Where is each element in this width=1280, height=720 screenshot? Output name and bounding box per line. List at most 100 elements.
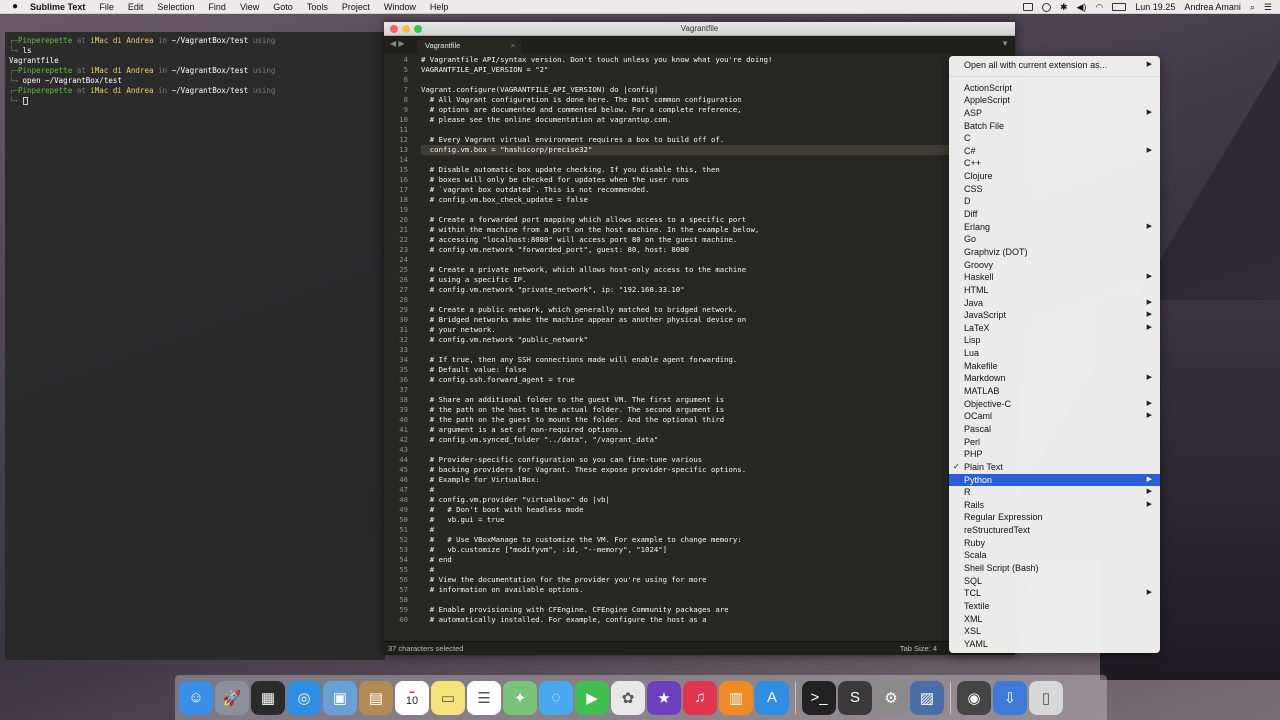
- screen-record-icon[interactable]: [1022, 3, 1033, 11]
- syntax-item-yaml[interactable]: YAML: [949, 638, 1160, 651]
- syntax-item-asp[interactable]: ASP ▶: [949, 107, 1160, 120]
- syntax-item-html[interactable]: HTML: [949, 284, 1160, 297]
- calendar-icon[interactable]: ▬ 10: [395, 680, 429, 715]
- syntax-item-diff[interactable]: Diff: [949, 208, 1160, 221]
- syntax-item-xml[interactable]: XML: [949, 613, 1160, 626]
- code-line[interactable]: # Share an additional folder to the gues…: [421, 395, 965, 405]
- syntax-item-textile[interactable]: Textile: [949, 600, 1160, 613]
- code-line[interactable]: # argument is a set of non-required opti…: [421, 425, 965, 435]
- syntax-item-graphviz-dot[interactable]: Graphviz (DOT): [949, 246, 1160, 259]
- menu-clock[interactable]: Lun 19.25: [1135, 2, 1175, 12]
- code-line[interactable]: # Example for VirtualBox:: [421, 475, 965, 485]
- syntax-item-sql[interactable]: SQL: [949, 575, 1160, 588]
- time-machine-icon[interactable]: [1041, 2, 1051, 12]
- code-line[interactable]: # backing providers for Vagrant. These e…: [421, 465, 965, 475]
- syntax-item-python[interactable]: Python ▶: [949, 473, 1160, 487]
- code-line[interactable]: # Vagrantfile API/syntax version. Don't …: [421, 55, 965, 65]
- code-line[interactable]: # Enable provisioning with CFEngine. CFE…: [421, 605, 965, 615]
- code-line[interactable]: [421, 205, 965, 215]
- syntax-item-xsl[interactable]: XSL: [949, 625, 1160, 638]
- code-line[interactable]: #: [421, 565, 965, 575]
- code-line[interactable]: VAGRANTFILE_API_VERSION = "2": [421, 65, 965, 75]
- code-line[interactable]: # information on available options.: [421, 585, 965, 595]
- syntax-item-perl[interactable]: Perl: [949, 436, 1160, 449]
- preview-icon[interactable]: ▣: [323, 680, 357, 715]
- code-line[interactable]: # the path on the guest to mount the fol…: [421, 415, 965, 425]
- volume-icon[interactable]: ◀): [1077, 2, 1087, 13]
- code-line[interactable]: # vb.customize ["modifyvm", :id, "--memo…: [421, 545, 965, 555]
- code-line[interactable]: # options are documented and commented b…: [421, 105, 965, 115]
- menu-item-open-all-with[interactable]: Open all with current extension as... ▶: [949, 59, 1160, 72]
- sublime-icon[interactable]: S: [838, 680, 872, 715]
- syntax-item-matlab[interactable]: MATLAB: [949, 385, 1160, 398]
- code-line[interactable]: [421, 345, 965, 355]
- code-line[interactable]: [421, 255, 965, 265]
- trash-icon[interactable]: ▯: [1029, 680, 1063, 715]
- code-line[interactable]: # vb.gui = true: [421, 515, 965, 525]
- tab-close-icon[interactable]: ×: [511, 38, 515, 54]
- code-line[interactable]: # All Vagrant configuration is done here…: [421, 95, 965, 105]
- code-line[interactable]: # # Don't boot with headless mode: [421, 505, 965, 515]
- tab-size-status[interactable]: Tab Size: 4: [900, 642, 937, 656]
- claquette-icon[interactable]: ▨: [910, 680, 944, 715]
- syntax-item-css[interactable]: CSS: [949, 183, 1160, 196]
- menu-edit[interactable]: Edit: [128, 2, 144, 12]
- menu-help[interactable]: Help: [430, 2, 449, 12]
- syntax-item-ocaml[interactable]: OCaml ▶: [949, 410, 1160, 423]
- code-line[interactable]: # boxes will only be checked for updates…: [421, 175, 965, 185]
- code-line[interactable]: # accessing "localhost:8080" will access…: [421, 235, 965, 245]
- archive-icon[interactable]: ⚙: [874, 680, 908, 715]
- code-line[interactable]: # automatically installed. For example, …: [421, 615, 965, 625]
- code-line[interactable]: # using a specific IP.: [421, 275, 965, 285]
- syntax-item-c[interactable]: C: [949, 132, 1160, 145]
- notes-icon[interactable]: ▭: [431, 680, 465, 715]
- syntax-item-go[interactable]: Go: [949, 233, 1160, 246]
- menu-tools[interactable]: Tools: [307, 2, 328, 12]
- reminders-icon[interactable]: ☰: [467, 680, 501, 715]
- code-line[interactable]: # Provider-specific configuration so you…: [421, 455, 965, 465]
- syntax-item-groovy[interactable]: Groovy: [949, 259, 1160, 272]
- wifi-icon[interactable]: ◠: [1095, 2, 1103, 13]
- mission-control-icon[interactable]: ▦: [251, 680, 285, 715]
- app-store-icon[interactable]: A: [755, 680, 789, 715]
- menu-view[interactable]: View: [240, 2, 259, 12]
- syntax-item-haskell[interactable]: Haskell ▶: [949, 271, 1160, 284]
- bluetooth-icon[interactable]: ✱: [1060, 2, 1068, 13]
- code-line[interactable]: [421, 445, 965, 455]
- code-line[interactable]: # `vagrant box outdated`. This is not re…: [421, 185, 965, 195]
- code-line[interactable]: [421, 75, 965, 85]
- photos-icon[interactable]: ✿: [611, 680, 645, 715]
- syntax-item-lua[interactable]: Lua: [949, 347, 1160, 360]
- spotlight-icon[interactable]: ⌕: [1250, 2, 1255, 13]
- syntax-item-tcl[interactable]: TCL ▶: [949, 587, 1160, 600]
- code-line[interactable]: # Every Vagrant virtual environment requ…: [421, 135, 965, 145]
- code-line[interactable]: #: [421, 485, 965, 495]
- menu-app-name[interactable]: Sublime Text: [30, 2, 85, 12]
- code-view[interactable]: # Vagrantfile API/syntax version. Don't …: [421, 55, 965, 625]
- syntax-item-scala[interactable]: Scala: [949, 549, 1160, 562]
- menu-find[interactable]: Find: [208, 2, 226, 12]
- code-line[interactable]: # config.vm.network "private_network", i…: [421, 285, 965, 295]
- syntax-item-java[interactable]: Java ▶: [949, 297, 1160, 310]
- maps-icon[interactable]: ✦: [503, 680, 537, 715]
- syntax-item-pascal[interactable]: Pascal: [949, 423, 1160, 436]
- syntax-item-markdown[interactable]: Markdown ▶: [949, 372, 1160, 385]
- messages-icon[interactable]: ◌: [539, 680, 573, 715]
- terminal-icon[interactable]: >_: [802, 680, 836, 715]
- syntax-item-applescript[interactable]: AppleScript: [949, 94, 1160, 107]
- code-line[interactable]: # please see the online documentation at…: [421, 115, 965, 125]
- syntax-item-erlang[interactable]: Erlang ▶: [949, 221, 1160, 234]
- tab-nav-arrows-icon[interactable]: ◀ ▶: [390, 39, 405, 48]
- code-line[interactable]: #: [421, 525, 965, 535]
- code-line[interactable]: # Create a forwarded port mapping which …: [421, 215, 965, 225]
- menu-file[interactable]: File: [99, 2, 114, 12]
- syntax-item-c[interactable]: C++: [949, 157, 1160, 170]
- terminal-window[interactable]: ┌─Pinperepette at iMac di Andrea in ~/Va…: [5, 32, 385, 660]
- code-line[interactable]: [421, 385, 965, 395]
- syntax-item-regular-expression[interactable]: Regular Expression: [949, 511, 1160, 524]
- code-line[interactable]: [421, 155, 965, 165]
- menu-user[interactable]: Andrea Amani: [1184, 2, 1241, 12]
- contacts-icon[interactable]: ▤: [359, 680, 393, 715]
- code-line[interactable]: # # Use VBoxManage to customize the VM. …: [421, 535, 965, 545]
- syntax-item-latex[interactable]: LaTeX ▶: [949, 322, 1160, 335]
